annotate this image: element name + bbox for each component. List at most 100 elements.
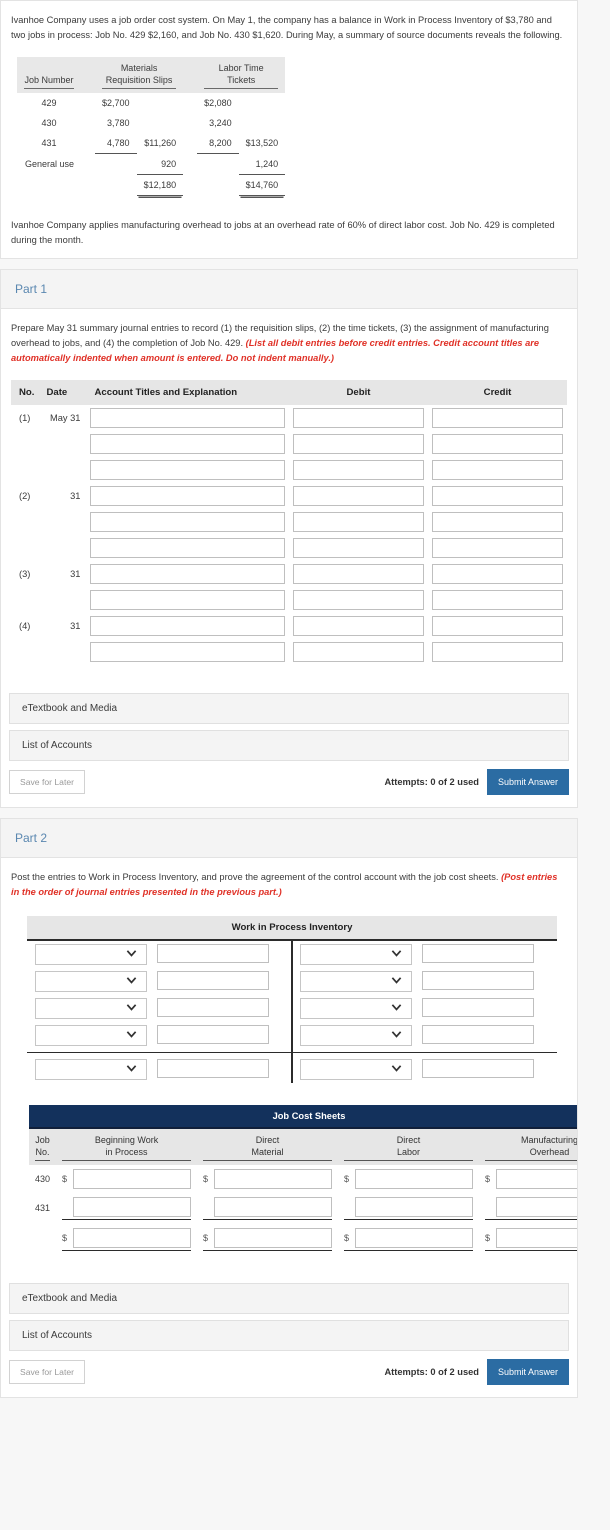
- credit-input[interactable]: [432, 511, 563, 532]
- debit-input[interactable]: [293, 511, 424, 532]
- beginning-wip-input[interactable]: [73, 1168, 192, 1189]
- debit-input[interactable]: [293, 615, 424, 636]
- left-select-wrap: [35, 1058, 147, 1080]
- jcs-material-cell: $: [197, 1224, 338, 1255]
- taccount-balance-right-amount-input[interactable]: [422, 1058, 534, 1078]
- direct-labor-total-input[interactable]: [355, 1227, 474, 1248]
- dollar-sign: $: [344, 1232, 350, 1243]
- direct-labor-input[interactable]: [355, 1196, 474, 1217]
- account-title-input[interactable]: [90, 485, 285, 506]
- taccount-balance-right-select[interactable]: [300, 1058, 412, 1080]
- header-beginning-wip: Beginning Work in Process: [56, 1128, 198, 1165]
- account-title-input[interactable]: [90, 433, 285, 454]
- taccount-left-select[interactable]: [35, 1024, 147, 1046]
- taccount-right-select[interactable]: [300, 970, 412, 992]
- account-cell: [86, 457, 289, 483]
- account-title-input[interactable]: [90, 459, 285, 480]
- source-table-body: 429 $2,700 $2,080 430 3,780 3,240 431 4,…: [17, 93, 286, 196]
- account-title-input[interactable]: [90, 511, 285, 532]
- row-date: [38, 431, 86, 457]
- taccount-right-select[interactable]: [300, 997, 412, 1019]
- taccount-left-amount-input[interactable]: [157, 943, 269, 963]
- taccount-left-amount-input[interactable]: [157, 970, 269, 990]
- direct-material-total-input[interactable]: [214, 1227, 333, 1248]
- cell-job: [17, 174, 81, 195]
- taccount-left-select[interactable]: [35, 997, 147, 1019]
- direct-material-input[interactable]: [214, 1168, 333, 1189]
- cell-job: General use: [25, 158, 75, 169]
- account-title-input[interactable]: [90, 641, 285, 662]
- account-title-input[interactable]: [90, 537, 285, 558]
- taccount-left-select[interactable]: [35, 970, 147, 992]
- chevron-down-icon: [391, 975, 402, 986]
- taccount-balance-left-select[interactable]: [35, 1058, 147, 1080]
- credit-input[interactable]: [432, 485, 563, 506]
- beginning-wip-total-input[interactable]: [73, 1227, 192, 1248]
- credit-input[interactable]: [432, 641, 563, 662]
- account-cell: [86, 509, 289, 535]
- taccount-right-amount-input[interactable]: [422, 943, 534, 963]
- taccount-balance-left-amount-input[interactable]: [157, 1058, 269, 1078]
- credit-input[interactable]: [432, 433, 563, 454]
- taccount-debit-side: [27, 1022, 292, 1049]
- debit-input[interactable]: [293, 407, 424, 428]
- taccount-left-amount-input[interactable]: [157, 1024, 269, 1044]
- credit-input[interactable]: [432, 459, 563, 480]
- direct-material-input[interactable]: [214, 1196, 333, 1217]
- debit-input[interactable]: [293, 485, 424, 506]
- etextbook-and-media-strip[interactable]: eTextbook and Media: [9, 692, 569, 724]
- debit-input[interactable]: [293, 563, 424, 584]
- submit-answer-button[interactable]: Submit Answer: [486, 768, 569, 795]
- journal-entry-table: No. Date Account Titles and Explanation …: [11, 379, 567, 665]
- list-of-accounts-strip[interactable]: List of Accounts: [9, 1319, 569, 1351]
- account-cell: [86, 613, 289, 639]
- jcs-header-row: Job No. Beginning Work in Process Direct…: [29, 1128, 577, 1165]
- header-labor-line1: Labor Time: [218, 63, 264, 73]
- submit-answer-button[interactable]: Submit Answer: [486, 1358, 569, 1385]
- taccount-right-amount-input[interactable]: [422, 1024, 534, 1044]
- cell-gap2: [183, 93, 197, 113]
- taccount-right-select[interactable]: [300, 1024, 412, 1046]
- row-date: [38, 535, 86, 561]
- cell-job: 429: [41, 98, 57, 108]
- account-cell: [86, 483, 289, 509]
- credit-input[interactable]: [432, 563, 563, 584]
- right-amount-wrap: [422, 970, 534, 992]
- taccount-right-amount-input[interactable]: [422, 970, 534, 990]
- taccount-left-amount-input[interactable]: [157, 997, 269, 1017]
- credit-input[interactable]: [432, 537, 563, 558]
- manufacturing-overhead-total-input[interactable]: [496, 1227, 577, 1248]
- table-row: 431 4,780 $11,260 8,200 $13,520: [17, 133, 285, 154]
- debit-input[interactable]: [293, 459, 424, 480]
- account-title-input[interactable]: [90, 563, 285, 584]
- manufacturing-overhead-input[interactable]: [496, 1168, 577, 1189]
- debit-input[interactable]: [293, 537, 424, 558]
- account-title-input[interactable]: [90, 407, 285, 428]
- beginning-wip-input[interactable]: [73, 1196, 192, 1217]
- table-row: [11, 431, 567, 457]
- save-for-later-button[interactable]: Save for Later: [9, 769, 85, 794]
- direct-labor-input[interactable]: [355, 1168, 474, 1189]
- debit-input[interactable]: [293, 433, 424, 454]
- manufacturing-overhead-input[interactable]: [496, 1196, 577, 1217]
- credit-input[interactable]: [432, 615, 563, 636]
- account-title-input[interactable]: [90, 615, 285, 636]
- taccount-right-amount-input[interactable]: [422, 997, 534, 1017]
- chevron-down-icon: [391, 1002, 402, 1013]
- taccount-left-select[interactable]: [35, 943, 147, 965]
- debit-input[interactable]: [293, 641, 424, 662]
- save-for-later-button[interactable]: Save for Later: [9, 1359, 85, 1384]
- cell-labor: [197, 154, 239, 175]
- debit-input[interactable]: [293, 589, 424, 610]
- row-no: (4): [19, 620, 31, 631]
- credit-input[interactable]: [432, 407, 563, 428]
- list-of-accounts-strip[interactable]: List of Accounts: [9, 729, 569, 761]
- debit-cell: [289, 639, 428, 665]
- account-title-input[interactable]: [90, 589, 285, 610]
- cell-gap: [81, 174, 95, 195]
- etextbook-and-media-strip[interactable]: eTextbook and Media: [9, 1282, 569, 1314]
- taccount-right-select[interactable]: [300, 943, 412, 965]
- credit-input[interactable]: [432, 589, 563, 610]
- dollar-sign: $: [62, 1173, 68, 1184]
- cell-materials: 4,780: [95, 133, 137, 154]
